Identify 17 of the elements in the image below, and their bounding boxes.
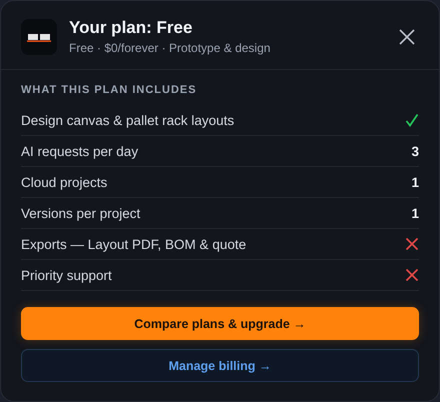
feature-label: AI requests per day (21, 144, 138, 158)
feature-label: Priority support (21, 268, 112, 282)
cross-icon (405, 237, 419, 251)
cross-icon (405, 268, 419, 282)
dialog-title: Your plan: Free (69, 18, 194, 38)
section-heading: WHAT THIS PLAN INCLUDES (21, 84, 198, 96)
feature-value: 1 (411, 206, 419, 220)
feature-value: 3 (411, 144, 419, 158)
feature-label: Exports — Layout PDF, BOM & quote (21, 236, 246, 252)
feature-label: Design canvas & pallet rack layouts (21, 112, 234, 128)
feature-label: Cloud projects (21, 174, 108, 190)
upgrade-button[interactable]: Compare plans & upgrade → (21, 307, 419, 340)
plan-subtitle: Free · $0/forever · Prototype & design (69, 41, 272, 55)
feature-value: 1 (411, 174, 419, 190)
billing-button[interactable]: Manage billing → (21, 349, 419, 382)
check-icon (405, 113, 419, 127)
feature-label: Versions per project (21, 206, 140, 220)
